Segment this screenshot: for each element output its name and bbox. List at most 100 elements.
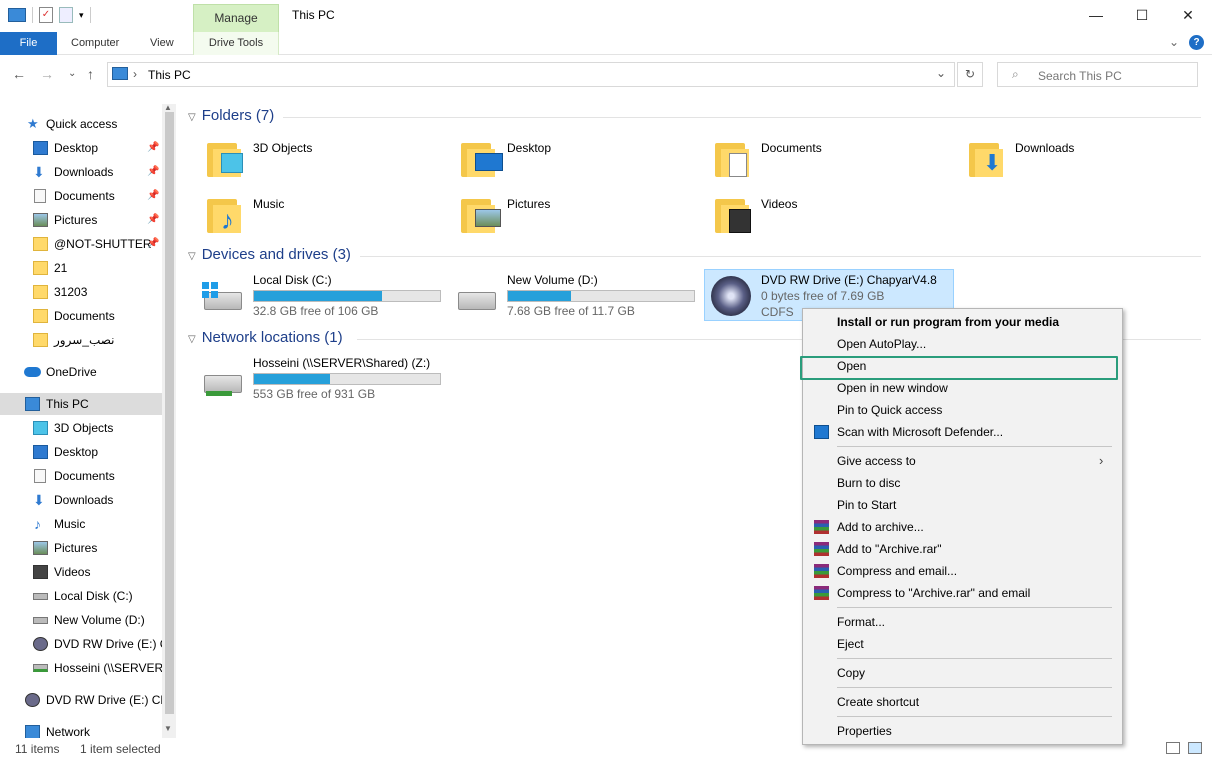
tab-drive-tools[interactable]: Drive Tools xyxy=(193,32,279,55)
tab-file[interactable]: File xyxy=(0,32,57,55)
refresh-button[interactable]: ↻ xyxy=(957,62,983,87)
folder-videos-icon[interactable] xyxy=(715,193,751,233)
menu-item-pin-quick-access[interactable]: Pin to Quick access xyxy=(803,399,1122,421)
tab-computer[interactable]: Computer xyxy=(71,32,119,55)
folder-3d-objects-icon[interactable] xyxy=(207,137,243,177)
sidebar-item-31203[interactable]: 31203 xyxy=(0,281,162,303)
sidebar-item-new-volume-d[interactable]: New Volume (D:) xyxy=(0,609,162,631)
address-bar[interactable]: › This PC ⌄ xyxy=(107,62,955,87)
scroll-up-icon[interactable]: ▲ xyxy=(164,103,172,112)
folder-3d-objects[interactable]: 3D Objects xyxy=(253,141,312,155)
folder-pictures-icon[interactable] xyxy=(461,193,501,233)
collapse-chevron-icon[interactable]: ▽ xyxy=(188,334,196,345)
breadcrumb-this-pc[interactable]: This PC xyxy=(148,68,191,82)
expand-ribbon-icon[interactable]: ⌄ xyxy=(1169,35,1179,50)
sidebar-item-nasb-server[interactable]: نصب_سرور xyxy=(0,329,162,351)
tab-view[interactable]: View xyxy=(150,32,174,55)
sidebar-item-music[interactable]: ♪ Music xyxy=(0,513,162,535)
new-folder-icon[interactable] xyxy=(59,7,73,23)
maximize-button[interactable]: ☐ xyxy=(1119,0,1165,30)
menu-item-label: Compress and email... xyxy=(837,564,958,578)
folder-music-icon[interactable]: ♪ xyxy=(207,193,241,233)
menu-item-pin-start[interactable]: Pin to Start xyxy=(803,494,1122,516)
menu-item-label: Pin to Start xyxy=(837,498,897,512)
help-icon[interactable]: ? xyxy=(1189,35,1204,50)
customize-toolbar-icon[interactable]: ▾ xyxy=(79,6,84,24)
folder-documents[interactable]: Documents xyxy=(761,141,822,155)
folder-downloads[interactable]: Downloads xyxy=(1015,141,1074,155)
search-input[interactable]: ⌕ Search This PC xyxy=(997,62,1198,87)
navigation-pane: ★ Quick access Desktop 📌 ⬇ Downloads 📌 D… xyxy=(0,104,162,738)
menu-item-burn-disc[interactable]: Burn to disc xyxy=(803,472,1122,494)
scrollbar-thumb[interactable] xyxy=(165,112,174,714)
sidebar-item-documents-pc[interactable]: Documents xyxy=(0,465,162,487)
menu-item-open-autoplay[interactable]: Open AutoPlay... xyxy=(803,333,1122,355)
sidebar-item-this-pc[interactable]: This PC xyxy=(0,393,162,415)
menu-item-scan-defender[interactable]: Scan with Microsoft Defender... xyxy=(803,421,1122,443)
menu-item-install-run[interactable]: Install or run program from your media xyxy=(803,311,1122,333)
section-header-devices[interactable]: ▽ Devices and drives (3) xyxy=(188,246,351,263)
sidebar-item-documents-folder[interactable]: Documents xyxy=(0,305,162,327)
menu-item-add-archive-rar[interactable]: Add to "Archive.rar" xyxy=(803,538,1122,560)
computer-icon[interactable] xyxy=(8,8,26,22)
properties-icon[interactable]: ✓ xyxy=(39,7,53,23)
sidebar-item-documents[interactable]: Documents 📌 xyxy=(0,185,162,207)
details-view-icon[interactable] xyxy=(1166,742,1180,754)
folder-downloads-icon[interactable]: ⬇ xyxy=(969,137,1003,177)
sidebar-item-downloads[interactable]: ⬇ Downloads 📌 xyxy=(0,161,162,183)
sidebar-item-quick-access[interactable]: ★ Quick access xyxy=(0,113,162,135)
sidebar-item-hosseini-server[interactable]: Hosseini (\\SERVER\ xyxy=(0,657,162,679)
folder-documents-icon[interactable] xyxy=(715,137,749,177)
menu-item-label: Add to "Archive.rar" xyxy=(837,542,942,556)
sidebar-item-desktop-pc[interactable]: Desktop xyxy=(0,441,162,463)
manage-tab[interactable]: Manage xyxy=(193,4,279,32)
drive-usage-bar xyxy=(253,373,441,385)
scroll-down-icon[interactable]: ▼ xyxy=(164,724,172,733)
up-button[interactable]: ↑ xyxy=(87,66,94,82)
folder-icon xyxy=(33,237,48,251)
section-divider xyxy=(283,117,1201,118)
section-header-network[interactable]: ▽ Network locations (1) xyxy=(188,329,343,346)
collapse-chevron-icon[interactable]: ▽ xyxy=(188,251,196,262)
sidebar-item-videos[interactable]: Videos xyxy=(0,561,162,583)
folder-pictures[interactable]: Pictures xyxy=(507,197,550,211)
recent-locations-button[interactable]: ⌄ xyxy=(68,68,76,79)
ribbon-controls: ⌄ ? xyxy=(1169,35,1204,50)
breadcrumb-separator[interactable]: › xyxy=(133,67,137,81)
close-button[interactable]: ✕ xyxy=(1165,0,1211,30)
sidebar-item-dvd-drive[interactable]: DVD RW Drive (E:) Cl xyxy=(0,633,162,655)
menu-item-open-new-window[interactable]: Open in new window xyxy=(803,377,1122,399)
menu-item-eject[interactable]: Eject xyxy=(803,633,1122,655)
sidebar-item-21[interactable]: 21 xyxy=(0,257,162,279)
forward-button[interactable]: → xyxy=(40,66,54,82)
menu-item-format[interactable]: Format... xyxy=(803,611,1122,633)
folder-videos[interactable]: Videos xyxy=(761,197,797,211)
menu-item-create-shortcut[interactable]: Create shortcut xyxy=(803,691,1122,713)
sidebar-item-onedrive[interactable]: OneDrive xyxy=(0,361,162,383)
sidebar-item-pictures[interactable]: Pictures 📌 xyxy=(0,209,162,231)
sidebar-item-downloads-pc[interactable]: ⬇ Downloads xyxy=(0,489,162,511)
folder-desktop-icon[interactable] xyxy=(461,137,503,177)
menu-item-compress-email[interactable]: Compress and email... xyxy=(803,560,1122,582)
menu-item-give-access[interactable]: Give access to › xyxy=(803,450,1122,472)
menu-item-compress-rar-email[interactable]: Compress to "Archive.rar" and email xyxy=(803,582,1122,604)
sidebar-item-pictures-pc[interactable]: Pictures xyxy=(0,537,162,559)
sidebar-scrollbar[interactable]: ▲ ▼ xyxy=(162,103,176,738)
back-button[interactable]: ← xyxy=(12,66,26,82)
sidebar-item-3d-objects[interactable]: 3D Objects xyxy=(0,417,162,439)
folder-music[interactable]: Music xyxy=(253,197,284,211)
menu-item-add-archive[interactable]: Add to archive... xyxy=(803,516,1122,538)
minimize-button[interactable]: — xyxy=(1073,0,1119,30)
sidebar-item-not-shutter[interactable]: @NOT-SHUTTER- 📌 xyxy=(0,233,162,255)
sidebar-item-desktop[interactable]: Desktop 📌 xyxy=(0,137,162,159)
sidebar-item-network[interactable]: Network xyxy=(0,721,162,738)
sidebar-item-local-disk-c[interactable]: Local Disk (C:) xyxy=(0,585,162,607)
sidebar-item-label: Documents xyxy=(54,189,115,203)
address-dropdown-icon[interactable]: ⌄ xyxy=(936,66,946,80)
sidebar-item-dvd-drive-root[interactable]: DVD RW Drive (E:) Cha xyxy=(0,689,162,711)
section-header-folders[interactable]: ▽ Folders (7) xyxy=(188,107,274,124)
collapse-chevron-icon[interactable]: ▽ xyxy=(188,112,196,123)
large-icons-view-icon[interactable] xyxy=(1188,742,1202,754)
folder-desktop[interactable]: Desktop xyxy=(507,141,551,155)
menu-item-copy[interactable]: Copy xyxy=(803,662,1122,684)
